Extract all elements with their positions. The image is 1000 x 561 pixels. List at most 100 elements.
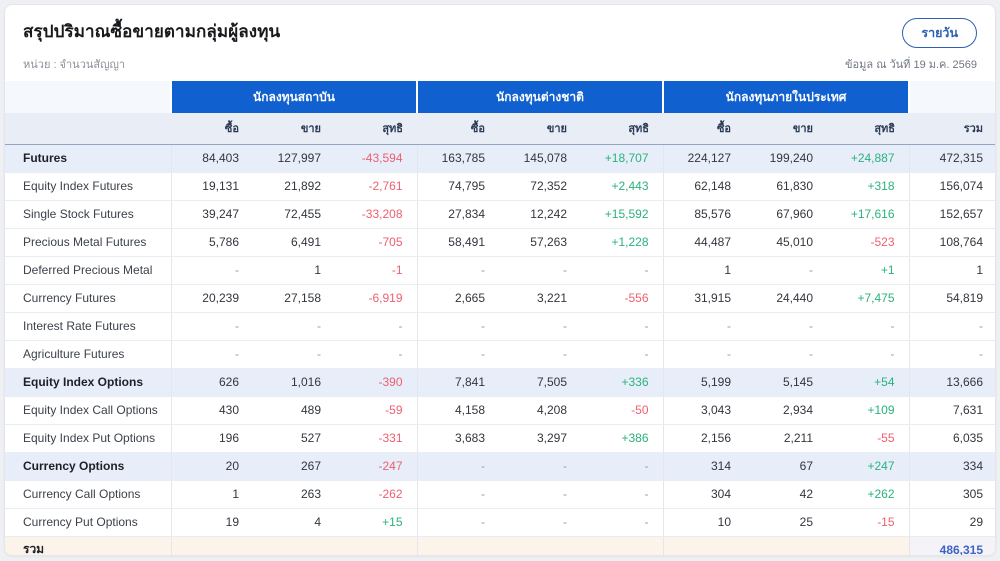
cell: 5,786 [171,228,253,257]
investor-summary-table: นักลงทุนสถาบัน นักลงทุนต่างชาติ นักลงทุนภา… [5,81,995,555]
cell: - [417,340,499,369]
cell: 20,239 [171,284,253,313]
row-label: Equity Index Futures [5,172,172,201]
cell: - [417,256,499,285]
cell: +2,443 [581,172,664,201]
sub-header: สุทธิ [335,113,417,145]
cell: +1 [827,256,910,285]
cell-total: 1 [909,256,995,285]
cell-total: 334 [909,452,995,481]
cell: - [499,452,581,481]
cell-total: 472,315 [909,144,995,173]
cell-total: 305 [909,480,995,509]
cell: +7,475 [827,284,910,313]
cell: 12,242 [499,200,581,229]
cell: - [335,340,418,369]
cell: 42 [745,480,828,509]
cell: - [417,312,499,341]
cell: 67,960 [745,200,828,229]
cell: 72,455 [253,200,335,229]
table-row: Currency Put Options 19 4 +15- - -10 25 -15 29 [5,508,995,537]
cell: +1,228 [581,228,664,257]
cell: - [581,312,664,341]
cell: 3,683 [417,424,499,453]
sub-header: ซื้อ [417,113,499,145]
cell [253,536,335,555]
sub-header: ขาย [745,113,828,145]
cell: - [499,312,581,341]
cell-total: - [909,340,995,369]
cell: 45,010 [745,228,828,257]
cell: - [171,256,253,285]
cell: 31,915 [663,284,746,313]
cell: 85,576 [663,200,746,229]
cell: - [417,508,499,537]
cell: 1 [171,480,253,509]
cell: 7,505 [499,368,581,397]
cell [581,536,664,555]
cell: 1 [663,256,746,285]
cell-total: - [909,312,995,341]
row-label: Futures [5,144,172,173]
cell: 57,263 [499,228,581,257]
table-row: Equity Index Call Options 430 489 -59 4,158 4… [5,396,995,425]
cell: - [827,340,910,369]
table-row: Precious Metal Futures 5,786 6,491 -705 58,4… [5,228,995,257]
cell: 5,199 [663,368,746,397]
cell: 84,403 [171,144,253,173]
cell-total: 54,819 [909,284,995,313]
cell: +336 [581,368,664,397]
cell: - [581,452,664,481]
cell: - [581,256,664,285]
header-right: รายวัน ข้อมูล ณ วันที่ 19 ม.ค. 2569 [845,18,977,73]
cell: - [581,508,664,537]
cell: - [335,312,418,341]
row-label: Currency Options [5,452,172,481]
cell: 27,834 [417,200,499,229]
cell: 199,240 [745,144,828,173]
card-header: สรุปปริมาณซื้อขายตามกลุ่มผู้ลงทุน หน่วย … [5,5,995,81]
group-header-spacer [909,81,995,113]
cell [499,536,581,555]
cell: -390 [335,368,418,397]
table-row: Single Stock Futures 39,247 72,455 -33,208 2… [5,200,995,229]
cell-total: 108,764 [909,228,995,257]
as-of-date-label: ข้อมูล ณ วันที่ 19 ม.ค. 2569 [845,59,977,71]
cell: +109 [827,396,910,425]
cell: 163,785 [417,144,499,173]
cell: -2,761 [335,172,418,201]
cell: 2,211 [745,424,828,453]
cell: 430 [171,396,253,425]
table-row: Interest Rate Futures - - - - - - - - - - [5,312,995,341]
table-row: Equity Index Options 626 1,016 -390 7,841 7,5… [5,368,995,397]
sub-header: ซื้อ [663,113,746,145]
cell: -43,594 [335,144,418,173]
cell: -331 [335,424,418,453]
cell: 62,148 [663,172,746,201]
cell: -247 [335,452,418,481]
cell [663,536,746,555]
sub-header: ซื้อ [171,113,253,145]
cell: -1 [335,256,418,285]
cell: 74,795 [417,172,499,201]
cell: 267 [253,452,335,481]
cell: 24,440 [745,284,828,313]
cell: - [745,312,828,341]
cell: +262 [827,480,910,509]
cell: 2,665 [417,284,499,313]
cell: 20 [171,452,253,481]
row-label: Single Stock Futures [5,200,172,229]
cell: - [499,508,581,537]
cell: - [253,312,335,341]
daily-view-button[interactable]: รายวัน [902,18,977,48]
cell: 4,208 [499,396,581,425]
cell: -262 [335,480,418,509]
table-row: Futures 84,403 127,997 -43,594 163,785 145,07… [5,144,995,173]
cell: 5,145 [745,368,828,397]
cell: 19 [171,508,253,537]
cell: +54 [827,368,910,397]
cell: 196 [171,424,253,453]
cell: 4 [253,508,335,537]
cell [171,536,253,555]
cell: - [663,312,746,341]
